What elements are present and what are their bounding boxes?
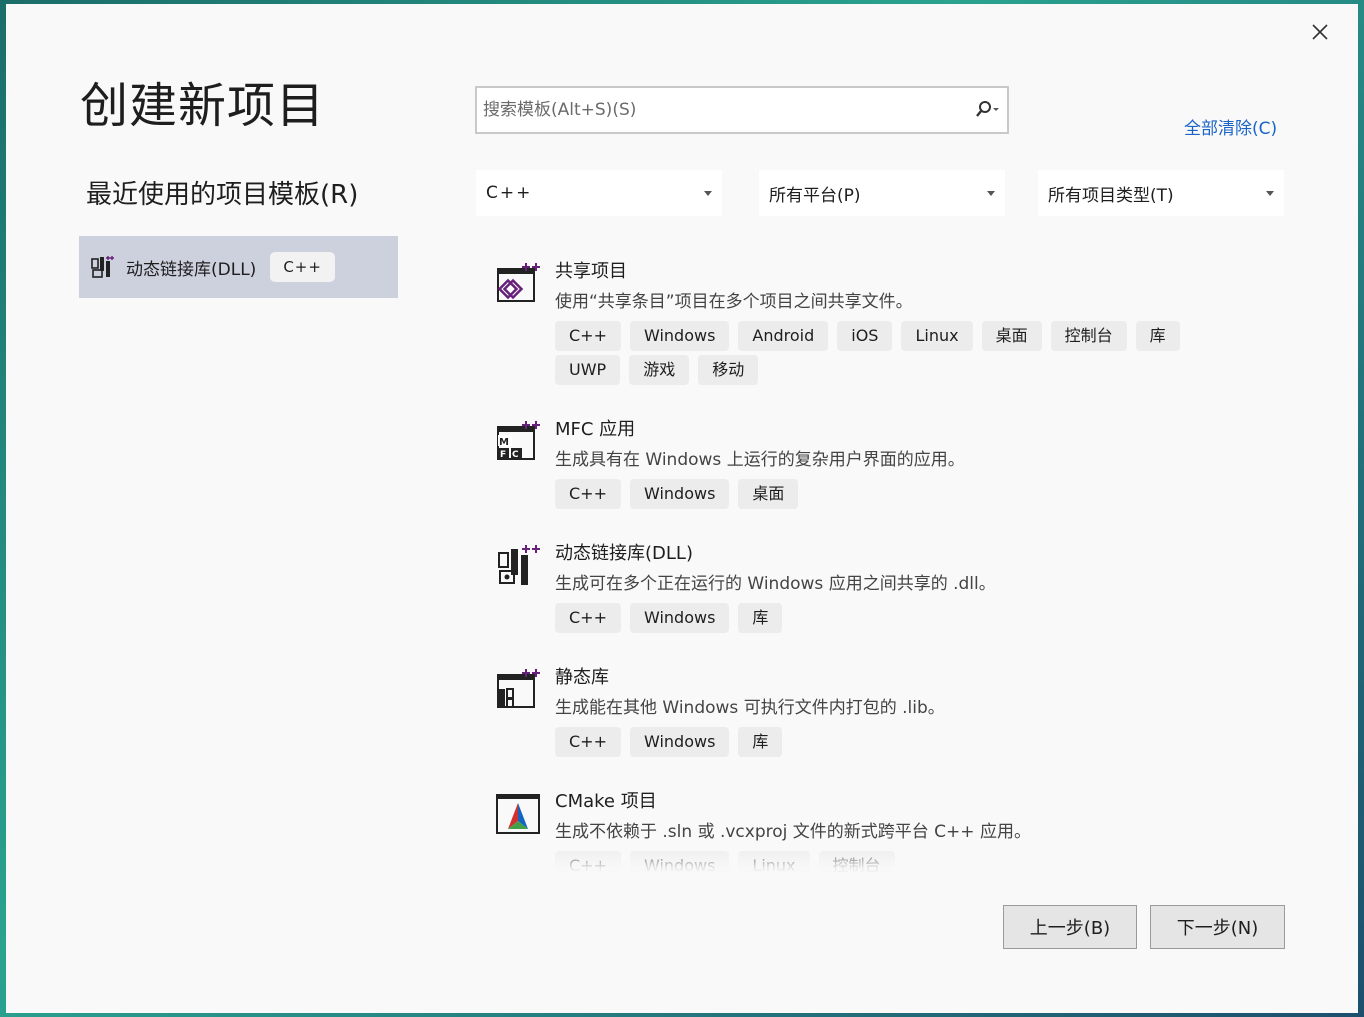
platform-filter[interactable]: 所有平台(P) xyxy=(759,170,1005,216)
template-item-dll[interactable]: 动态链接库(DLL) 生成可在多个正在运行的 Windows 应用之间共享的 .… xyxy=(475,539,1295,649)
tag: C++ xyxy=(555,851,621,872)
template-description: 生成不依赖于 .sln 或 .vcxproj 文件的新式跨平台 C++ 应用。 xyxy=(555,822,1031,842)
chevron-down-icon xyxy=(704,190,712,196)
recent-template-tag: C++ xyxy=(270,252,335,282)
page-title: 创建新项目 xyxy=(80,78,326,134)
tag: 库 xyxy=(738,727,783,757)
close-button[interactable] xyxy=(1305,17,1335,47)
chevron-down-icon xyxy=(987,190,995,196)
template-tags: C++ Windows Android iOS Linux 桌面 控制台库 UWP 游戏 移动 xyxy=(555,321,1235,389)
template-name: 共享项目 xyxy=(555,261,627,282)
clear-all-link[interactable]: 全部清除(C) xyxy=(1184,114,1277,139)
tag: iOS xyxy=(837,321,893,351)
project-type-filter-value: 所有项目类型(T) xyxy=(1048,185,1174,206)
tag: Windows xyxy=(629,479,730,509)
template-description: 使用“共享条目”项目在多个项目之间共享文件。 xyxy=(555,292,913,312)
language-filter[interactable]: C++ xyxy=(476,170,722,216)
project-type-filter[interactable]: 所有项目类型(T) xyxy=(1038,170,1284,216)
tag: 游戏 xyxy=(629,355,690,385)
template-list: 共享项目 使用“共享条目”项目在多个项目之间共享文件。 C++ Windows An… xyxy=(475,242,1295,872)
template-name: 动态链接库(DLL) xyxy=(555,543,693,564)
tag: 控制台 xyxy=(818,851,895,872)
search-options-button[interactable] xyxy=(967,100,1007,120)
search-icon xyxy=(976,101,999,117)
template-item-mfc-app[interactable]: M F C MFC 应用 生成具有在 Windows 上运行的复杂用户界面的应用… xyxy=(475,415,1295,525)
close-icon xyxy=(1312,24,1328,40)
svg-text:M: M xyxy=(499,437,509,448)
tag: C++ xyxy=(555,603,621,633)
template-tags: C++ Windows 库 xyxy=(555,727,1235,761)
recent-templates-heading: 最近使用的项目模板(R) xyxy=(86,180,359,210)
template-name: MFC 应用 xyxy=(555,419,636,440)
tag: C++ xyxy=(555,727,621,757)
template-tags: C++ Windows 桌面 xyxy=(555,479,1235,513)
create-project-dialog: 创建新项目 最近使用的项目模板(R) 动态链接库(DLL) C++ 全部清除(C… xyxy=(6,4,1358,1013)
next-button[interactable]: 下一步(N) xyxy=(1150,905,1285,949)
language-filter-value: C++ xyxy=(486,183,533,203)
tag: Windows xyxy=(629,851,730,872)
dll-project-icon xyxy=(91,256,114,278)
template-tags: C++ Windows Linux 控制台 xyxy=(555,851,1235,872)
tag: Windows xyxy=(629,603,730,633)
tag: 控制台 xyxy=(1050,321,1127,351)
tag: 移动 xyxy=(698,355,759,385)
chevron-down-icon xyxy=(1266,190,1274,196)
template-description: 生成可在多个正在运行的 Windows 应用之间共享的 .dll。 xyxy=(555,574,996,594)
tag: 桌面 xyxy=(738,479,799,509)
recent-template-item[interactable]: 动态链接库(DLL) C++ xyxy=(79,236,398,298)
platform-filter-value: 所有平台(P) xyxy=(769,185,861,206)
tag: UWP xyxy=(555,355,621,385)
tag: Linux xyxy=(901,321,973,351)
tag: Windows xyxy=(629,321,730,351)
svg-text:F: F xyxy=(500,450,506,460)
search-box xyxy=(475,86,1009,134)
tag: 桌面 xyxy=(981,321,1042,351)
tag: 库 xyxy=(738,603,783,633)
template-description: 生成能在其他 Windows 可执行文件内打包的 .lib。 xyxy=(555,698,945,718)
cmake-project-icon xyxy=(496,794,540,834)
svg-text:C: C xyxy=(512,450,519,460)
template-tags: C++ Windows 库 xyxy=(555,603,1235,637)
template-name: 静态库 xyxy=(555,667,609,688)
back-button[interactable]: 上一步(B) xyxy=(1003,905,1137,949)
template-description: 生成具有在 Windows 上运行的复杂用户界面的应用。 xyxy=(555,450,965,470)
recent-template-label: 动态链接库(DLL) xyxy=(126,259,257,280)
search-input[interactable] xyxy=(477,87,967,133)
tag: 库 xyxy=(1135,321,1180,351)
template-item-static-library[interactable]: 静态库 生成能在其他 Windows 可执行文件内打包的 .lib。 C++ Wi… xyxy=(475,663,1295,773)
tag: C++ xyxy=(555,479,621,509)
tag: C++ xyxy=(555,321,621,351)
template-item-shared-project[interactable]: 共享项目 使用“共享条目”项目在多个项目之间共享文件。 C++ Windows An… xyxy=(475,257,1295,397)
tag: Android xyxy=(738,321,829,351)
template-item-cmake-project[interactable]: CMake 项目 生成不依赖于 .sln 或 .vcxproj 文件的新式跨平台… xyxy=(475,787,1295,872)
dll-project-icon xyxy=(498,545,540,585)
tag: Windows xyxy=(629,727,730,757)
shared-project-icon xyxy=(497,263,540,302)
tag: Linux xyxy=(738,851,810,872)
mfc-app-icon: M F C xyxy=(497,421,540,460)
static-library-icon xyxy=(497,669,540,708)
template-name: CMake 项目 xyxy=(555,791,657,812)
